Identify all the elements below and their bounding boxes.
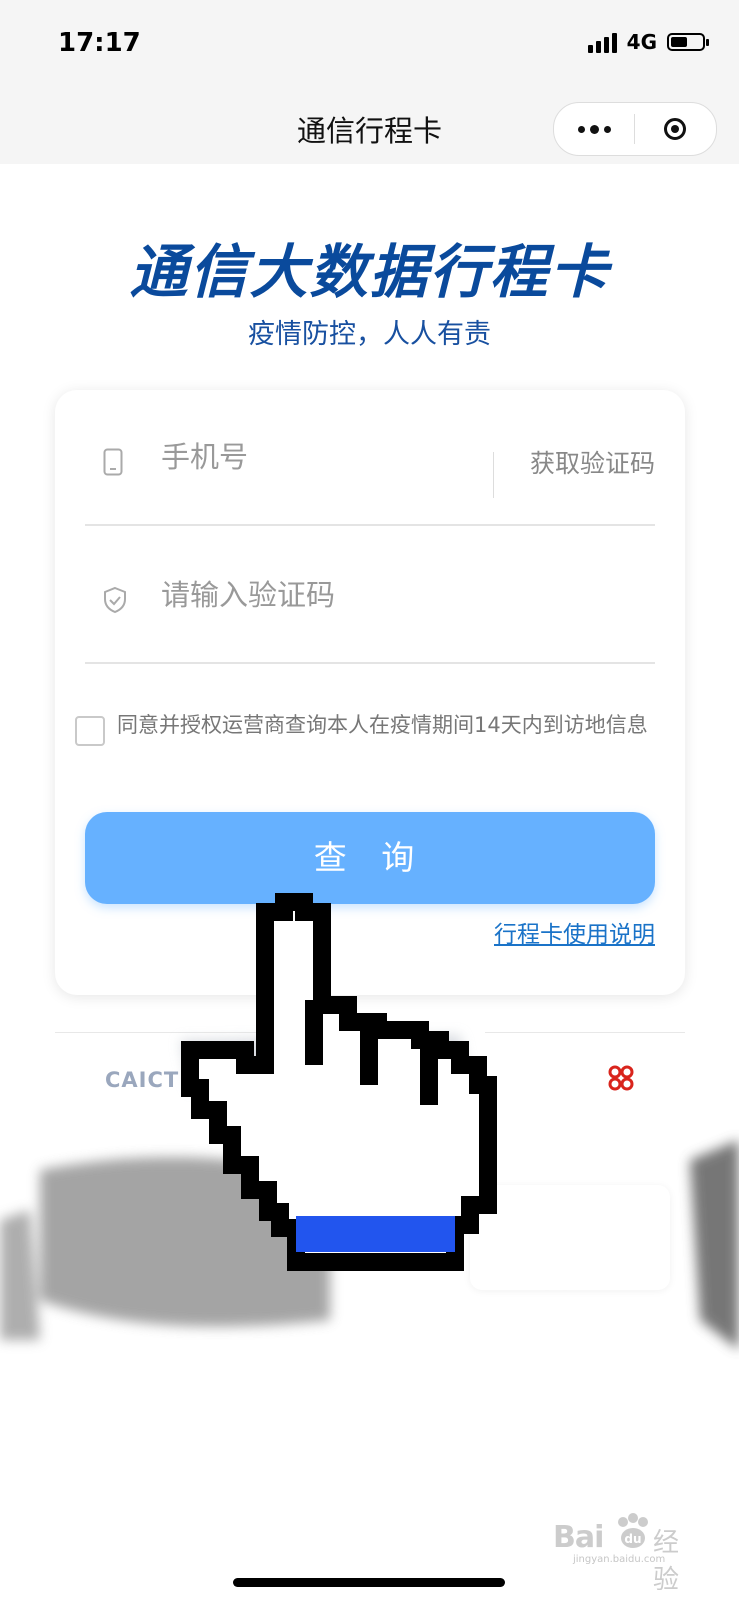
paw-icon: du [618,1513,648,1548]
status-indicators: 4G [587,30,709,54]
battery-icon [667,33,709,51]
agree-checkbox[interactable] [75,716,105,746]
code-input[interactable] [159,568,543,622]
guide-link[interactable]: 行程卡使用说明 [494,915,655,949]
baidu-watermark: Bai du 经验 jingyan.baidu.com [553,1510,703,1595]
signal-icon [587,31,617,53]
status-bar: 17:17 4G [0,0,739,92]
phone-icon [103,448,123,480]
home-indicator[interactable] [233,1578,505,1587]
page-subtitle: 疫情防控，人人有责 [248,319,491,350]
status-time: 17:17 [58,28,141,58]
network-type: 4G [626,30,657,54]
shield-icon [103,586,127,618]
phone-field: 获取验证码 [85,390,655,526]
phone-input[interactable] [159,430,543,484]
watermark-brand: Bai [553,1520,604,1555]
agree-text: 同意并授权运营商查询本人在疫情期间14天内到访地信息 [117,713,648,737]
page-title: 通信大数据行程卡 [129,238,610,306]
watermark-url: jingyan.baidu.com [573,1554,666,1565]
get-code-button[interactable]: 获取验证码 [505,434,655,494]
nav-bar: 通信行程卡 [0,92,739,164]
login-card: 获取验证码 同意并授权运营商查询本人在疫情期间14天内到访地信息 查 询 行程卡… [55,390,685,995]
mini-program-capsule [553,102,717,156]
code-field [85,528,655,664]
svg-text:du: du [624,1532,641,1546]
get-code-divider [493,452,494,498]
lower-card [470,1185,670,1290]
more-icon[interactable] [554,103,634,155]
close-mini-program-icon[interactable] [635,103,715,155]
query-button[interactable]: 查 询 [85,812,655,904]
